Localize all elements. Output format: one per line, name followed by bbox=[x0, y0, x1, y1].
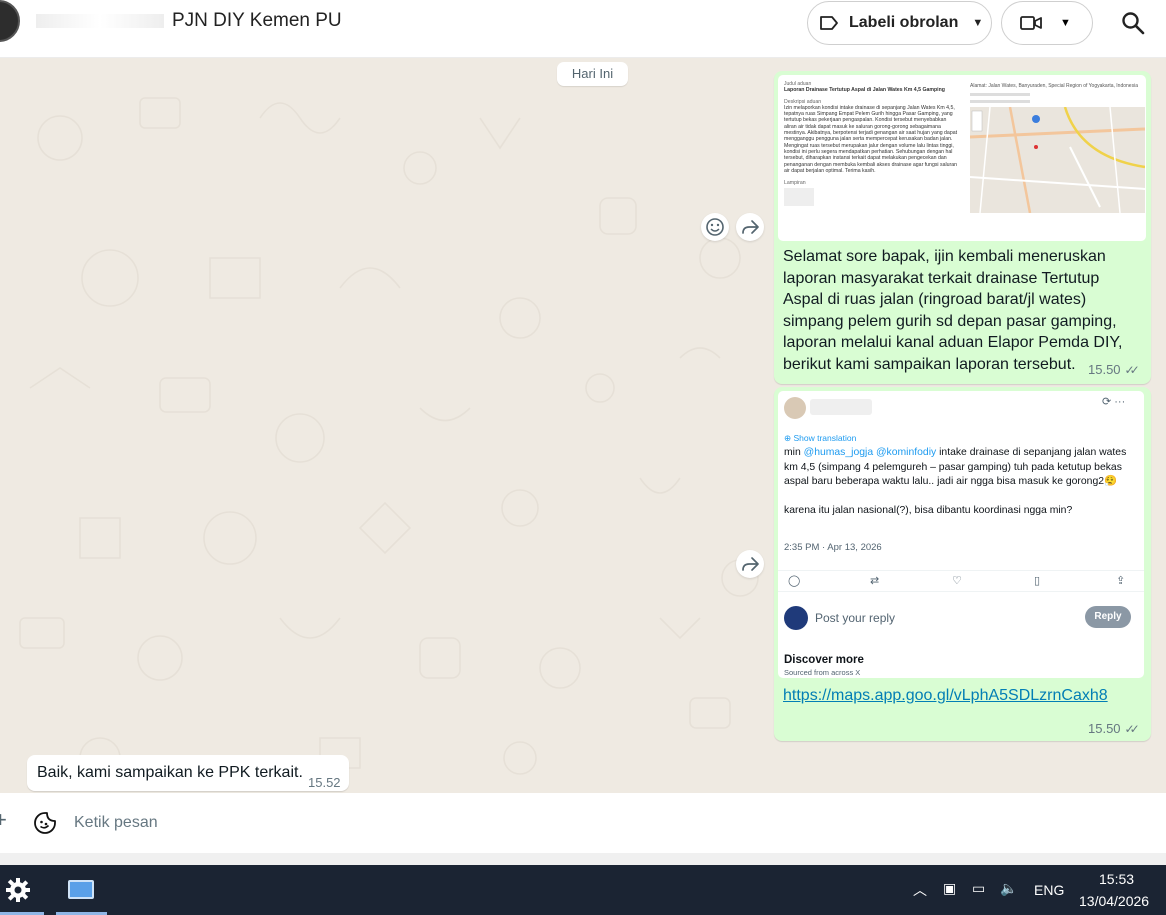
redacted-name bbox=[36, 13, 164, 28]
message-text: Selamat sore bapak, ijin kembali menerus… bbox=[783, 248, 1123, 373]
os-taskbar: ︿ ▣ ▭ 🔈 ENG 15:53 13/04/2026 bbox=[0, 865, 1166, 915]
search-icon[interactable] bbox=[1120, 10, 1146, 36]
outgoing-message[interactable]: ⟳ ··· ⊕ Show translation min @humas_jogj… bbox=[774, 387, 1151, 741]
message-time: 15.50 bbox=[1088, 362, 1121, 377]
video-camera-icon bbox=[1020, 16, 1042, 30]
double-check-icon: ✓✓ bbox=[1124, 721, 1140, 736]
report-heading: Laporan Drainase Tertutup Aspal di Jalan… bbox=[784, 87, 945, 94]
forward-icon bbox=[742, 220, 759, 234]
contact-avatar[interactable] bbox=[0, 0, 20, 42]
reply-placeholder: Post your reply bbox=[815, 611, 896, 625]
tweet-mention: @humas_jogja bbox=[803, 447, 874, 458]
message-meta: 15.50 ✓✓ bbox=[1088, 362, 1140, 377]
outgoing-message[interactable]: Judul aduan Laporan Drainase Tertutup As… bbox=[774, 71, 1151, 384]
tweet-screenshot[interactable]: ⟳ ··· ⊕ Show translation min @humas_jogj… bbox=[778, 391, 1144, 678]
tweet-more-icons: ⟳ ··· bbox=[1102, 396, 1126, 408]
tweet-actions: ◯ ⇄ ♡ ▯ ⇪ bbox=[778, 570, 1144, 592]
forward-button[interactable] bbox=[736, 550, 764, 578]
volume-icon[interactable]: 🔈 bbox=[1000, 880, 1017, 897]
report-attach-label: Lampiran bbox=[784, 180, 806, 187]
tweet-mention: @kominfodiy bbox=[876, 447, 937, 458]
label-chat-text: Labeli obrolan bbox=[849, 14, 959, 31]
label-chat-button[interactable]: Labeli obrolan ▼ bbox=[807, 1, 992, 45]
tweet-author-avatar bbox=[784, 397, 806, 419]
reply-avatar bbox=[784, 606, 808, 630]
forward-icon bbox=[742, 557, 759, 571]
sticker-icon[interactable] bbox=[33, 811, 57, 835]
map-thumbnail bbox=[970, 107, 1145, 213]
tweet-body: min @humas_jogja @kominfodiy intake drai… bbox=[784, 446, 1134, 518]
chevron-down-icon: ▼ bbox=[972, 17, 984, 29]
discover-more-subtitle: Sourced from across X bbox=[784, 668, 861, 677]
tweet-text-second: karena itu jalan nasional(?), bisa diban… bbox=[784, 504, 1073, 516]
reply-icon: ◯ bbox=[788, 575, 801, 587]
tag-icon bbox=[820, 16, 838, 30]
message-meta: 15.50 ✓✓ bbox=[1088, 721, 1140, 736]
clock-date[interactable]: 13/04/2026 bbox=[1079, 893, 1149, 909]
double-check-icon: ✓✓ bbox=[1124, 362, 1140, 377]
maps-link-text[interactable]: https://maps.app.goo.gl/vLphA5SDLzrnCaxh… bbox=[783, 687, 1108, 704]
show-translation-text: Show translation bbox=[793, 433, 857, 443]
heart-icon: ♡ bbox=[952, 575, 962, 587]
date-separator: Hari Ini bbox=[557, 62, 628, 86]
discover-more-title: Discover more bbox=[784, 654, 864, 666]
coord-line bbox=[970, 100, 1030, 103]
message-input[interactable] bbox=[74, 810, 974, 836]
maps-link[interactable]: https://maps.app.goo.gl/vLphA5SDLzrnCaxh… bbox=[783, 687, 1108, 705]
gear-icon[interactable] bbox=[5, 877, 31, 903]
tweet-prefix: min bbox=[784, 447, 804, 458]
network-icon[interactable]: ▭ bbox=[972, 880, 985, 897]
redacted-username bbox=[810, 399, 872, 415]
show-translation-link: ⊕ Show translation bbox=[784, 433, 857, 443]
chat-header: PJN DIY Kemen PU Labeli obrolan ▼ ▼ bbox=[0, 0, 1166, 58]
message-time: 15.52 bbox=[308, 775, 341, 790]
chat-title-text: PJN DIY Kemen PU bbox=[172, 10, 342, 31]
chevron-down-icon: ▼ bbox=[1060, 17, 1071, 29]
share-icon: ⇪ bbox=[1116, 575, 1126, 587]
chat-title[interactable]: PJN DIY Kemen PU bbox=[36, 10, 342, 32]
chevron-up-icon[interactable]: ︿ bbox=[913, 880, 927, 900]
report-document: Judul aduan Laporan Drainase Tertutup As… bbox=[784, 81, 960, 207]
report-address: Alamat: Jalan Wates, Banyuraden, Special… bbox=[970, 83, 1138, 89]
react-emoji-button[interactable] bbox=[701, 213, 729, 241]
reply-button: Reply bbox=[1085, 606, 1131, 628]
meet-now-icon[interactable]: ▣ bbox=[943, 880, 956, 897]
bookmark-icon: ▯ bbox=[1034, 575, 1041, 587]
clock-time[interactable]: 15:53 bbox=[1099, 871, 1134, 887]
language-indicator[interactable]: ENG bbox=[1034, 882, 1064, 898]
chat-panel[interactable]: Hari Ini Judul aduan Laporan Drainase Te… bbox=[0, 58, 1166, 793]
attachment-thumbnail bbox=[784, 188, 814, 207]
report-screenshot[interactable]: Judul aduan Laporan Drainase Tertutup As… bbox=[778, 75, 1146, 241]
message-time: 15.50 bbox=[1088, 721, 1121, 736]
forward-button[interactable] bbox=[736, 213, 764, 241]
attach-plus-icon[interactable]: + bbox=[0, 807, 7, 833]
retweet-icon: ⇄ bbox=[870, 575, 880, 587]
smiley-icon bbox=[706, 218, 724, 236]
tweet-timestamp: 2:35 PM · Apr 13, 2026 bbox=[784, 542, 882, 553]
message-text: Baik, kami sampaikan ke PPK terkait. bbox=[37, 764, 303, 781]
app-window-icon[interactable] bbox=[68, 880, 94, 899]
video-call-button[interactable]: ▼ bbox=[1001, 1, 1093, 45]
report-body: Izin melaporkan kondisi intake drainase … bbox=[784, 104, 958, 174]
coord-line bbox=[970, 93, 1030, 96]
window-bottom-strip bbox=[0, 853, 1166, 865]
incoming-message[interactable]: Baik, kami sampaikan ke PPK terkait. 15.… bbox=[27, 755, 349, 791]
